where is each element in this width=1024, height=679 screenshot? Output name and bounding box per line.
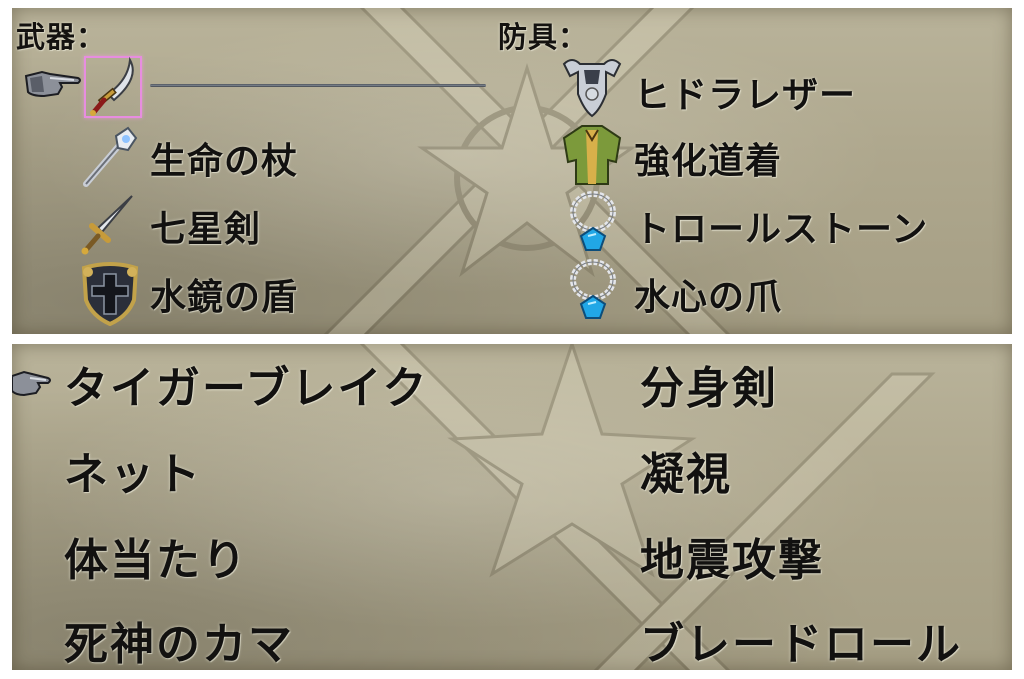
pointing-hand-cursor-icon — [12, 370, 51, 397]
weapon-heading: 武器： — [16, 20, 107, 54]
skill-death-scythe[interactable]: 死神のカマ — [64, 608, 294, 670]
shield-icon — [81, 262, 139, 326]
skill-earthquake[interactable]: 地震攻撃 — [640, 524, 824, 588]
armor-label-reinforced-gi[interactable]: 強化道着 — [634, 132, 782, 184]
scimitar-icon[interactable] — [84, 56, 140, 116]
robe-icon — [562, 125, 622, 185]
pointing-hand-cursor-icon — [24, 70, 81, 98]
empty-weapon-slot-line — [150, 84, 486, 87]
armor-label-hydra-leather[interactable]: ヒドラレザー — [634, 66, 856, 118]
skill-mirage-sword[interactable]: 分身剣 — [640, 352, 778, 416]
weapon-label-staff[interactable]: 生命の杖 — [150, 132, 298, 184]
weapon-label-shield[interactable]: 水鏡の盾 — [150, 268, 298, 320]
sword-icon — [81, 195, 133, 255]
armor-icon — [562, 59, 622, 118]
weapon-label-sword[interactable]: 七星剣 — [150, 200, 261, 252]
skill-body-slam[interactable]: 体当たり — [64, 524, 248, 588]
skill-tiger-break[interactable]: タイガーブレイク — [64, 352, 428, 416]
armor-heading: 防具： — [498, 20, 589, 54]
equipment-panel: 武器： 防具： 生命の杖 七星剣 水鏡の盾 ヒドラレザー 強化道着 トロールスト… — [12, 8, 1012, 334]
necklace-icon — [570, 191, 616, 251]
armor-label-troll-stone[interactable]: トロールストーン — [634, 200, 928, 252]
armor-label-water-heart-claw[interactable]: 水心の爪 — [634, 268, 782, 320]
skill-net[interactable]: ネット — [64, 438, 202, 502]
skills-panel: タイガーブレイク ネット 体当たり 死神のカマ 分身剣 凝視 地震攻撃 ブレード… — [12, 344, 1012, 670]
staff-icon — [83, 126, 138, 187]
skill-blade-roll[interactable]: ブレードロール — [640, 608, 962, 670]
skill-stare[interactable]: 凝視 — [640, 438, 732, 502]
necklace-icon — [570, 259, 616, 319]
